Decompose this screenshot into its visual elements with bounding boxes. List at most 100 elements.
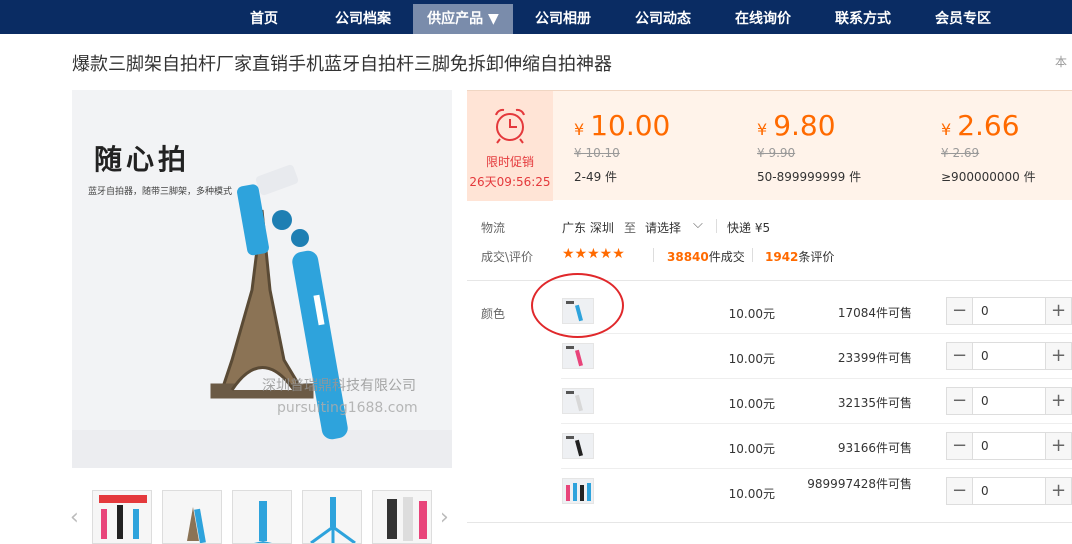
nav-company-news[interactable]: 公司动态 [622, 4, 704, 34]
rating-stars-icon: ★★★★★ [562, 246, 625, 262]
reviews-separator-1 [653, 248, 654, 262]
nav-supply-products[interactable]: 供应产品 ▼ [413, 4, 513, 34]
currency-symbol: ¥ [941, 120, 952, 139]
tier-price: 2.66 [957, 109, 1020, 142]
logistics-label: 物流 [481, 221, 506, 235]
logistics-origin: 广东 深圳 [562, 221, 614, 235]
minus-icon[interactable]: − [947, 298, 973, 324]
sku-stock: 23399件可售 [837, 351, 912, 365]
tier-quantity-range: ≥900000000 件 [941, 170, 1036, 184]
sku-color-thumbnail-4[interactable] [562, 433, 594, 459]
deals-suffix: 件成交 [708, 250, 745, 264]
nav-online-inquiry[interactable]: 在线询价 [722, 4, 804, 34]
chevron-down-icon[interactable]: ⌵ [693, 217, 703, 232]
logistics-to-word: 至 [624, 221, 637, 235]
image-subslogan: 蓝牙自拍器，随带三脚架，多种模式 [88, 187, 233, 197]
quantity-input[interactable] [974, 298, 1044, 324]
price-tier-1: ¥10.00 ¥ 10.10 2-49 件 [574, 109, 670, 185]
thumbnail-3[interactable] [232, 490, 292, 544]
plus-icon[interactable]: + [1045, 298, 1071, 324]
review-count[interactable]: 1942条评价 [765, 248, 834, 265]
currency-symbol: ¥ [574, 120, 585, 139]
sku-row-divider [561, 378, 1072, 379]
plus-icon[interactable]: + [1045, 343, 1071, 369]
sku-color-thumbnail-5[interactable] [562, 478, 594, 504]
price-tier-2: ¥9.80 ¥ 9.90 50-899999999 件 [757, 109, 861, 185]
sku-price: 10.00元 [728, 352, 775, 366]
sku-price: 10.00元 [728, 487, 775, 501]
review-suffix: 条评价 [798, 250, 835, 264]
sku-stock: 32135件可售 [837, 396, 912, 410]
quantity-stepper: − + [946, 297, 1072, 325]
quantity-stepper: − + [946, 477, 1072, 505]
reviews-label: 成交\评价 [481, 250, 534, 264]
minus-icon[interactable]: − [947, 388, 973, 414]
title-right-fragment: 本 [1055, 55, 1068, 69]
sku-stock: 989997428件可售 [807, 477, 912, 491]
quantity-stepper: − + [946, 387, 1072, 415]
sku-price: 10.00元 [728, 442, 775, 456]
price-tier-3: ¥2.66 ¥ 2.69 ≥900000000 件 [941, 109, 1036, 185]
price-panel: 限时促销 26天09:56:25 ¥10.00 ¥ 10.10 2-49 件 ¥… [467, 90, 1072, 201]
quantity-input[interactable] [974, 478, 1044, 504]
nav-contact[interactable]: 联系方式 [822, 4, 904, 34]
thumbnail-prev-arrow-icon[interactable]: ‹ [70, 505, 79, 530]
sku-price: 10.00元 [728, 307, 775, 321]
promo-label: 限时促销 [485, 155, 534, 169]
annotation-circle [531, 273, 624, 338]
nav-company-profile[interactable]: 公司档案 [322, 4, 404, 34]
tier-quantity-range: 50-899999999 件 [757, 170, 862, 184]
watermark-url: pursuiting1688.com [277, 400, 418, 416]
sku-price: 10.00元 [728, 397, 775, 411]
top-navigation: 首页 公司档案 供应产品 ▼ 公司相册 公司动态 在线询价 联系方式 会员专区 [0, 0, 1072, 34]
deals-number: 38840 [667, 250, 709, 264]
thumbnail-4[interactable] [302, 490, 362, 544]
shipping-fee: 快递 ¥5 [727, 221, 771, 235]
quantity-input[interactable] [974, 343, 1044, 369]
thumbnail-1[interactable] [92, 490, 152, 544]
quantity-stepper: − + [946, 432, 1072, 460]
nav-home[interactable]: 首页 [230, 4, 298, 34]
thumbnail-5[interactable] [372, 490, 432, 544]
reviews-separator-2 [752, 248, 753, 262]
minus-icon[interactable]: − [947, 343, 973, 369]
thumbnail-2[interactable] [162, 490, 222, 544]
sku-stock: 93166件可售 [837, 441, 912, 455]
deals-count[interactable]: 38840件成交 [667, 248, 745, 265]
sku-row-divider [561, 423, 1072, 424]
quantity-stepper: − + [946, 342, 1072, 370]
nav-company-album[interactable]: 公司相册 [522, 4, 604, 34]
plus-icon[interactable]: + [1045, 433, 1071, 459]
limited-promotion: 限时促销 26天09:56:25 [467, 91, 553, 201]
sku-color-label: 颜色 [481, 307, 506, 321]
quantity-input[interactable] [974, 433, 1044, 459]
watermark-company: 深圳普瑞鼎科技有限公司 [262, 378, 416, 394]
promo-countdown: 26天09:56:25 [469, 175, 551, 189]
minus-icon[interactable]: − [947, 478, 973, 504]
tier-original-price: ¥ 9.90 [757, 146, 796, 160]
nav-member-zone[interactable]: 会员专区 [922, 4, 1004, 34]
main-product-image[interactable]: 随心拍 蓝牙自拍器，随带三脚架，多种模式 深圳普瑞鼎科技有限公司 pursuit… [72, 90, 452, 468]
tier-price: 10.00 [590, 109, 671, 142]
review-number: 1942 [765, 250, 799, 264]
plus-icon[interactable]: + [1045, 478, 1071, 504]
sku-row-divider [561, 468, 1072, 469]
quantity-input[interactable] [974, 388, 1044, 414]
sku-row-divider [561, 333, 1072, 334]
thumbnail-next-arrow-icon[interactable]: › [440, 505, 449, 530]
product-title: 爆款三脚架自拍杆厂家直销手机蓝牙自拍杆三脚免拆卸伸缩自拍神器 [72, 54, 612, 75]
destination-select[interactable]: 请选择 [645, 219, 681, 236]
sku-stock: 17084件可售 [837, 306, 912, 320]
tier-quantity-range: 2-49 件 [574, 170, 618, 184]
bottom-divider [467, 522, 1072, 523]
currency-symbol: ¥ [757, 120, 768, 139]
tier-original-price: ¥ 10.10 [574, 146, 620, 160]
image-slogan: 随心拍 [94, 143, 191, 176]
sku-color-thumbnail-3[interactable] [562, 388, 594, 414]
tier-price: 9.80 [773, 109, 836, 142]
minus-icon[interactable]: − [947, 433, 973, 459]
plus-icon[interactable]: + [1045, 388, 1071, 414]
alarm-clock-icon [495, 108, 525, 144]
sku-color-thumbnail-2[interactable] [562, 343, 594, 369]
logistics-separator [716, 219, 717, 233]
